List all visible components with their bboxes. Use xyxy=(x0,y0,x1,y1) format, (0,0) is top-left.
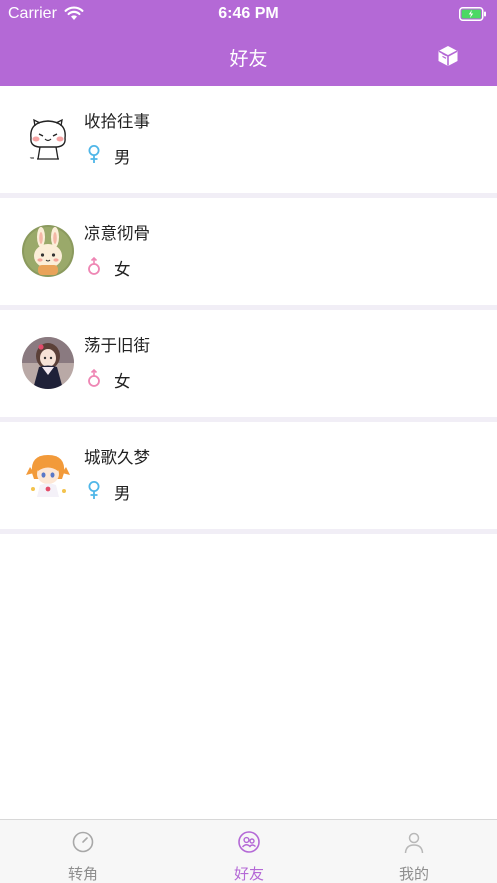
female-symbol-icon xyxy=(88,481,100,499)
clock-icon xyxy=(72,831,94,853)
tab-friends[interactable]: 好友 xyxy=(166,820,332,883)
person-icon xyxy=(404,832,424,854)
avatar xyxy=(22,337,74,389)
friend-row[interactable]: 城歌久梦 男 xyxy=(0,422,497,534)
status-bar: Carrier 6:46 PM xyxy=(0,0,497,30)
friend-name: 城歌久梦 xyxy=(84,448,150,467)
tab-label: 转角 xyxy=(67,865,98,883)
friend-row[interactable]: 凉意彻骨 女 xyxy=(0,198,497,310)
status-time: 6:46 PM xyxy=(218,5,279,22)
page-title: 好友 xyxy=(229,48,268,70)
friend-gender: 男 xyxy=(114,484,131,503)
avatar xyxy=(22,449,74,501)
friend-name: 凉意彻骨 xyxy=(84,224,150,243)
tab-bar: 转角 好友 我的 xyxy=(0,819,497,883)
tab-corner[interactable]: 转角 xyxy=(0,820,166,883)
top-bar: Carrier 6:46 PM 好友 xyxy=(0,0,497,86)
friend-list: 收拾往事 男 凉意彻骨 女 荡于旧街 女 城歌久梦 男 xyxy=(0,86,497,534)
battery-icon xyxy=(459,7,486,21)
friend-gender: 男 xyxy=(114,148,131,167)
tab-label: 好友 xyxy=(233,865,264,883)
tab-mine[interactable]: 我的 xyxy=(331,820,497,883)
tab-label: 我的 xyxy=(398,865,429,883)
cube-icon[interactable] xyxy=(436,44,460,68)
friend-name: 荡于旧街 xyxy=(84,336,150,355)
friend-gender: 女 xyxy=(114,260,131,279)
male-symbol-icon xyxy=(88,368,100,387)
friend-row[interactable]: 荡于旧街 女 xyxy=(0,310,497,422)
friend-name: 收拾往事 xyxy=(84,112,150,131)
avatar xyxy=(22,113,74,165)
friend-row[interactable]: 收拾往事 男 xyxy=(0,86,497,198)
female-symbol-icon xyxy=(88,145,100,163)
friend-gender: 女 xyxy=(114,372,131,391)
avatar xyxy=(22,225,74,277)
friends-icon xyxy=(238,831,260,853)
male-symbol-icon xyxy=(88,256,100,275)
